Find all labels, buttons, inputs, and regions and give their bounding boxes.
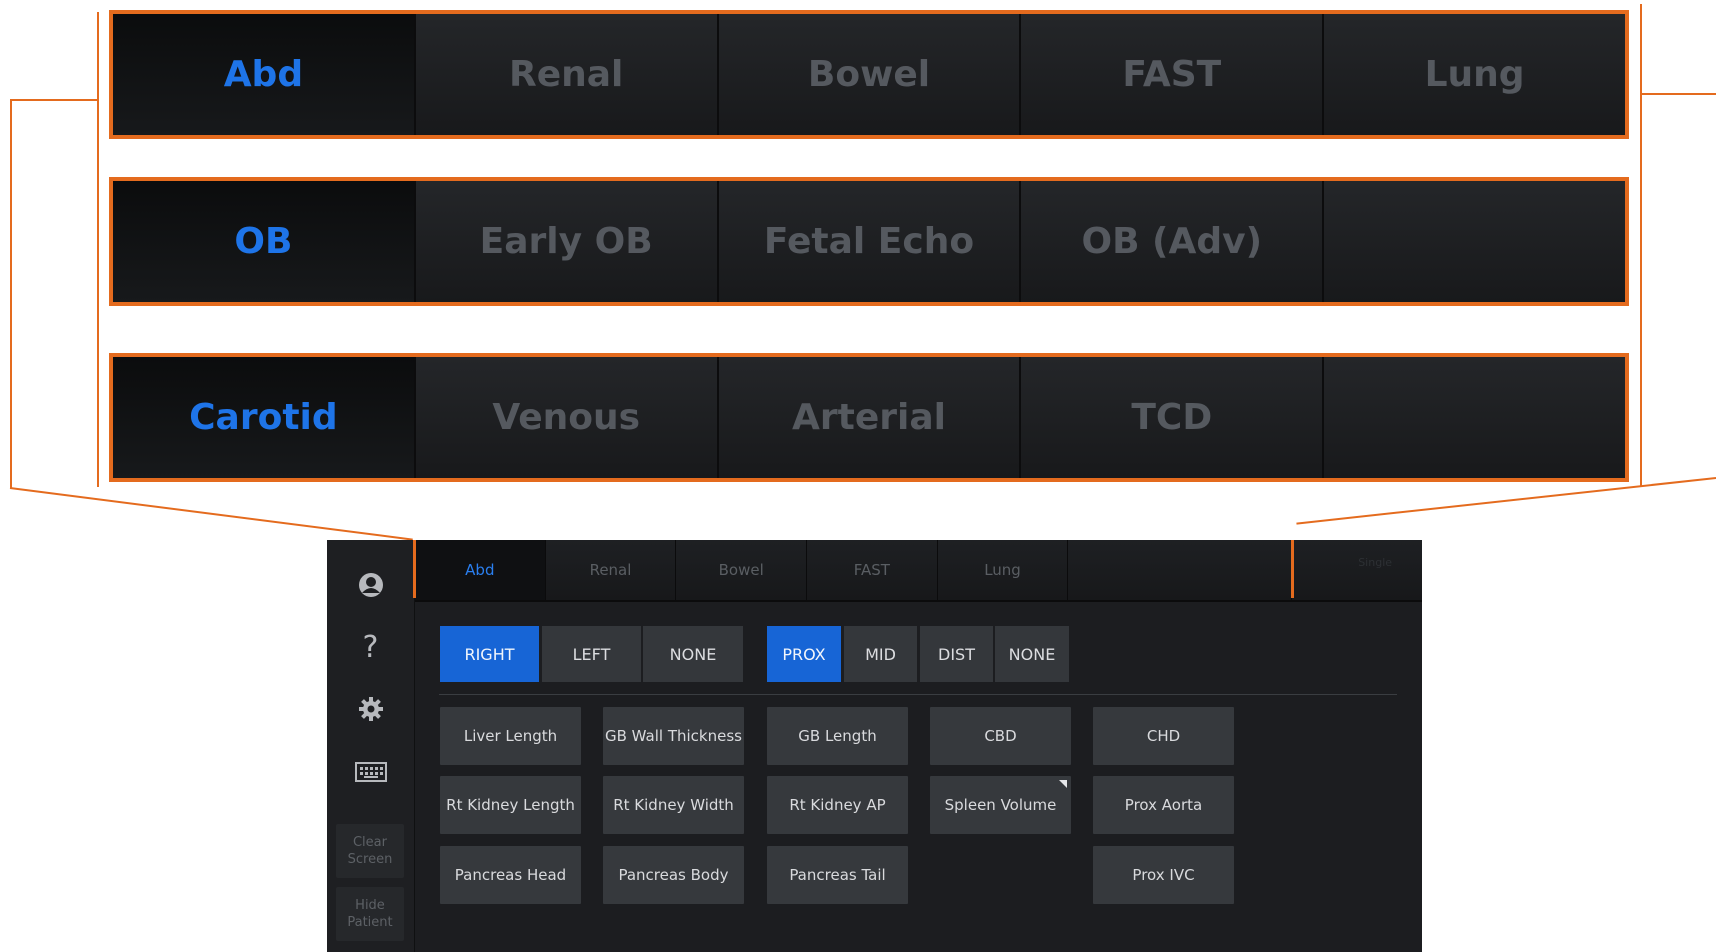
position-mid-button[interactable]: MID [844, 626, 917, 682]
zoom-tab-venous[interactable]: Venous [413, 357, 717, 478]
callout-line-left-top [10, 99, 98, 101]
zoom-tab-empty [1322, 357, 1625, 478]
gb-wall-thickness-button[interactable]: GB Wall Thickness [603, 707, 744, 765]
cbd-button[interactable]: CBD [930, 707, 1071, 765]
callout-bracket-right [1640, 4, 1642, 487]
ultrasound-touch-screen: ? Clear Screen Hide Patient Abd Renal Bo… [327, 540, 1422, 952]
spleen-volume-button[interactable]: Spleen Volume [930, 776, 1071, 834]
left-rail: ? Clear Screen Hide Patient [327, 540, 415, 952]
exam-tab-bar: Abd Renal Bowel FAST Lung Single [415, 540, 1422, 602]
spleen-volume-label: Spleen Volume [944, 796, 1057, 814]
tab-renal[interactable]: Renal [545, 540, 677, 600]
pancreas-tail-button[interactable]: Pancreas Tail [767, 846, 908, 904]
zoom-tab-renal[interactable]: Renal [413, 14, 717, 135]
zoom-tab-ob-adv[interactable]: OB (Adv) [1019, 181, 1323, 302]
prox-ivc-button[interactable]: Prox IVC [1093, 846, 1234, 904]
help-icon[interactable]: ? [327, 624, 414, 670]
zoom-tab-fast[interactable]: FAST [1019, 14, 1323, 135]
zoom-tab-fetal-echo[interactable]: Fetal Echo [716, 181, 1020, 302]
highlight-left-edge [413, 540, 416, 598]
clear-screen-button[interactable]: Clear Screen [336, 824, 404, 878]
highlight-right-edge [1291, 540, 1294, 598]
rt-kidney-ap-button[interactable]: Rt Kidney AP [767, 776, 908, 834]
tab-bar-spacer [1068, 540, 1293, 600]
zoom-tab-ob[interactable]: OB [113, 181, 414, 302]
zoom-tab-bowel[interactable]: Bowel [716, 14, 1020, 135]
tab-fast[interactable]: FAST [807, 540, 938, 600]
submenu-corner-icon [1059, 780, 1067, 788]
side-left-button[interactable]: LEFT [542, 626, 641, 682]
prox-aorta-button[interactable]: Prox Aorta [1093, 776, 1234, 834]
user-icon[interactable] [327, 562, 414, 608]
position-none-button[interactable]: NONE [995, 626, 1069, 682]
position-dist-button[interactable]: DIST [920, 626, 993, 682]
side-right-button[interactable]: RIGHT [440, 626, 539, 682]
zoom-tab-abd[interactable]: Abd [113, 14, 414, 135]
tab-lung[interactable]: Lung [937, 540, 1069, 600]
callout-line-right-top [1640, 93, 1716, 95]
rt-kidney-length-button[interactable]: Rt Kidney Length [440, 776, 581, 834]
gear-icon[interactable] [327, 686, 414, 732]
zoom-tab-bar-vascular: Carotid Venous Arterial TCD [109, 353, 1629, 482]
zoom-tab-bar-abdomen: Abd Renal Bowel FAST Lung [109, 10, 1629, 139]
zoom-tab-arterial[interactable]: Arterial [716, 357, 1020, 478]
gb-length-button[interactable]: GB Length [767, 707, 908, 765]
tab-bowel[interactable]: Bowel [676, 540, 808, 600]
callout-bracket-left [97, 12, 99, 487]
callout-line-right-diagonal [1296, 477, 1716, 525]
side-none-button[interactable]: NONE [643, 626, 743, 682]
hide-patient-button[interactable]: Hide Patient [336, 887, 404, 941]
callout-line-left-diagonal [9, 487, 413, 541]
tab-ghost-label: Single [1292, 540, 1422, 600]
pancreas-head-button[interactable]: Pancreas Head [440, 846, 581, 904]
zoom-tab-bar-ob: OB Early OB Fetal Echo OB (Adv) [109, 177, 1629, 306]
position-prox-button[interactable]: PROX [767, 626, 841, 682]
zoom-tab-lung[interactable]: Lung [1322, 14, 1625, 135]
zoom-tab-early-ob[interactable]: Early OB [413, 181, 717, 302]
pancreas-body-button[interactable]: Pancreas Body [603, 846, 744, 904]
chd-button[interactable]: CHD [1093, 707, 1234, 765]
callout-line-left-vertical [10, 99, 12, 488]
section-divider [439, 694, 1397, 695]
liver-length-button[interactable]: Liver Length [440, 707, 581, 765]
tab-abd[interactable]: Abd [415, 540, 546, 600]
zoom-tab-carotid[interactable]: Carotid [113, 357, 414, 478]
zoom-tab-tcd[interactable]: TCD [1019, 357, 1323, 478]
keyboard-icon[interactable] [327, 749, 414, 795]
rt-kidney-width-button[interactable]: Rt Kidney Width [603, 776, 744, 834]
zoom-tab-empty [1322, 181, 1625, 302]
